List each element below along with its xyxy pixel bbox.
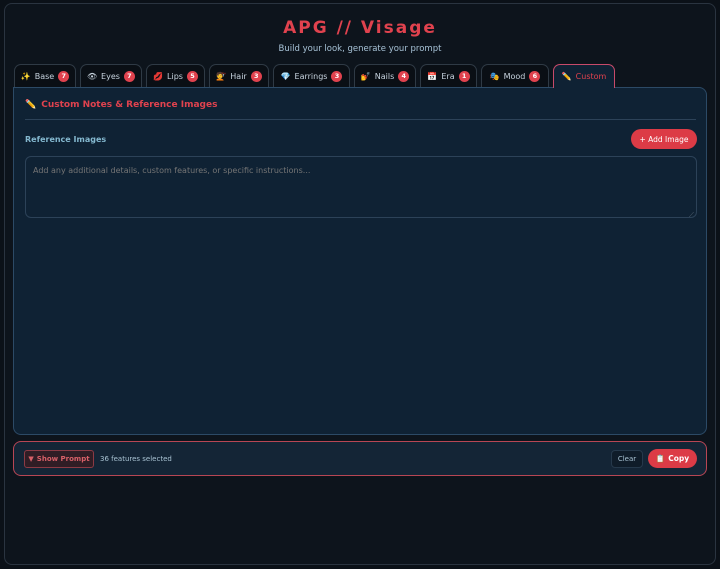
clipboard-icon: 📋 xyxy=(655,454,666,463)
app-title: APG // Visage xyxy=(283,18,437,38)
tab-lips[interactable]: 💋 Lips 5 xyxy=(146,64,205,87)
tab-count-badge: 4 xyxy=(398,70,410,82)
show-prompt-button[interactable]: ▼ Show Prompt xyxy=(24,450,94,468)
custom-notes-textarea[interactable] xyxy=(25,156,697,218)
tab-mood[interactable]: 🎭 Mood 6 xyxy=(481,64,549,87)
nail-polish-icon: 💅 xyxy=(360,71,371,81)
tab-custom[interactable]: ✏️ Custom xyxy=(553,64,615,88)
tab-label: Custom xyxy=(575,72,607,81)
tab-label: Lips xyxy=(167,71,183,81)
panel-title-text: Custom Notes & Reference Images xyxy=(41,100,218,110)
tab-count-badge: 5 xyxy=(186,70,198,82)
sparkles-icon: ✨ xyxy=(20,71,31,81)
eye-icon: 👁 xyxy=(87,71,98,81)
pencil-icon: ✏️ xyxy=(561,72,572,81)
resize-grip-icon[interactable]: ⟋ xyxy=(689,211,694,220)
reference-images-label: Reference Images xyxy=(25,135,107,144)
tab-label: Nails xyxy=(374,71,395,81)
pencil-icon: ✏️ xyxy=(25,100,37,110)
clear-button[interactable]: Clear xyxy=(611,450,643,468)
tab-nails[interactable]: 💅 Nails 4 xyxy=(354,64,416,87)
tab-base[interactable]: ✨ Base 7 xyxy=(14,64,76,87)
tab-eyes[interactable]: 👁 Eyes 7 xyxy=(80,64,142,87)
tab-label: Mood xyxy=(503,71,526,81)
tab-label: Base xyxy=(34,71,55,81)
show-prompt-label: Show Prompt xyxy=(36,455,90,463)
hair-icon: 💇 xyxy=(216,71,227,81)
tab-count-badge: 3 xyxy=(250,70,262,82)
tab-earrings[interactable]: 💎 Earrings 3 xyxy=(273,64,350,87)
custom-panel: ✏️ Custom Notes & Reference Images Refer… xyxy=(13,87,707,435)
tab-label: Earrings xyxy=(294,71,328,81)
tab-count-badge: 1 xyxy=(458,70,470,82)
lips-icon: 💋 xyxy=(153,71,164,81)
add-image-button[interactable]: + Add Image xyxy=(631,129,697,149)
app-subtitle: Build your look, generate your prompt xyxy=(278,44,442,54)
features-selected-count: 36 features selected xyxy=(100,455,172,463)
copy-label: Copy xyxy=(668,454,690,463)
tab-count-badge: 3 xyxy=(331,70,343,82)
gem-icon: 💎 xyxy=(280,71,291,81)
tab-label: Hair xyxy=(230,71,247,81)
tab-count-badge: 7 xyxy=(58,70,70,82)
prompt-bar: ▼ Show Prompt 36 features selected Clear… xyxy=(13,441,707,476)
masks-icon: 🎭 xyxy=(489,71,500,81)
calendar-icon: 📅 xyxy=(427,71,438,81)
divider xyxy=(25,119,696,120)
panel-title: ✏️ Custom Notes & Reference Images xyxy=(25,100,217,110)
tab-label: Eyes xyxy=(101,71,120,81)
tab-era[interactable]: 📅 Era 1 xyxy=(420,64,477,87)
tab-label: Era xyxy=(441,71,455,81)
tab-count-badge: 7 xyxy=(123,70,135,82)
triangle-down-icon: ▼ xyxy=(28,455,34,463)
copy-button[interactable]: 📋 Copy xyxy=(648,449,697,468)
tab-hair[interactable]: 💇 Hair 3 xyxy=(209,64,269,87)
tab-count-badge: 6 xyxy=(529,70,541,82)
